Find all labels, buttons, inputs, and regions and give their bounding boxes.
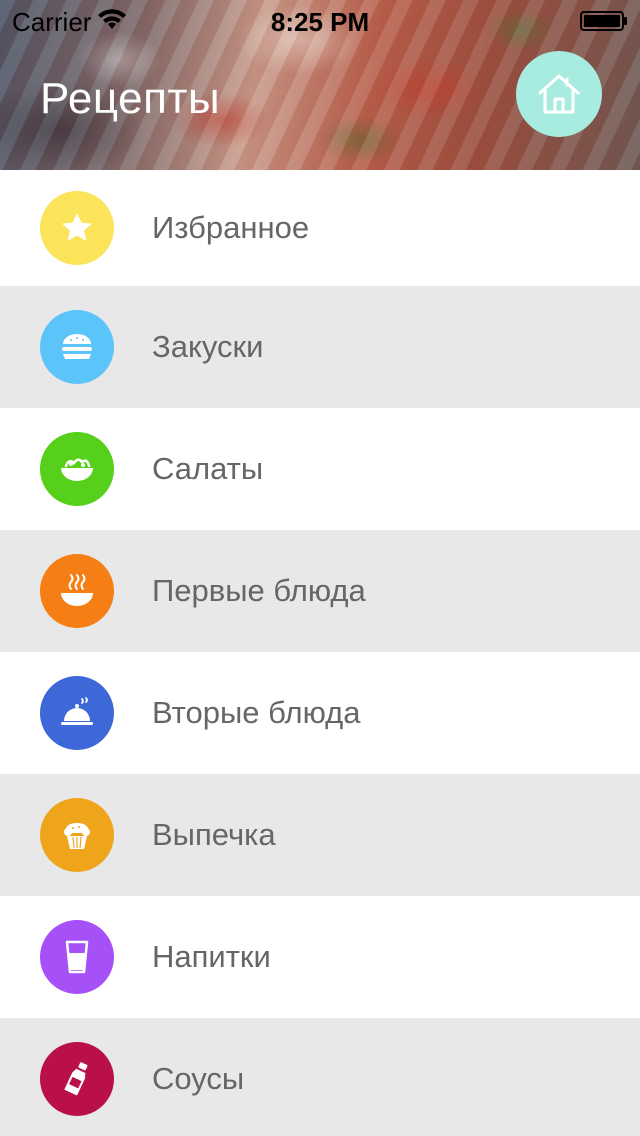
list-item-label: Вторые блюда: [152, 695, 361, 730]
burger-icon: [62, 334, 92, 359]
list-item-label: Напитки: [152, 939, 271, 974]
baking-badge: [40, 798, 114, 872]
list-item-label: Первые блюда: [152, 573, 366, 608]
list-item-label: Избранное: [152, 210, 310, 245]
muffin-icon: [64, 823, 90, 849]
list-item-sauces[interactable]: Соусы: [0, 1018, 640, 1136]
list-item-label: Закуски: [152, 329, 264, 364]
status-bar: Carrier 8:25 PM: [0, 0, 640, 40]
star-icon: [62, 213, 92, 241]
list-item-salads[interactable]: Салаты: [0, 408, 640, 530]
glass-icon: [65, 940, 89, 974]
home-icon: [538, 74, 580, 114]
favorites-badge: [40, 191, 114, 265]
main-courses-badge: [40, 676, 114, 750]
soups-badge: [40, 554, 114, 628]
snacks-badge: [40, 310, 114, 384]
sauces-badge: [40, 1042, 114, 1116]
battery-icon: [580, 11, 627, 31]
sauce-bottle-icon: [64, 1062, 88, 1096]
list-item-label: Салаты: [152, 451, 264, 486]
list-item-soups[interactable]: Первые блюда: [0, 530, 640, 652]
home-button[interactable]: [516, 51, 602, 137]
list-item-favorites[interactable]: Избранное: [0, 170, 640, 286]
drinks-badge: [40, 920, 114, 994]
salad-bowl-icon: [61, 458, 93, 481]
list-item-main-courses[interactable]: Вторые блюда: [0, 652, 640, 774]
list-item-label: Выпечка: [152, 817, 276, 852]
list-item-drinks[interactable]: Напитки: [0, 896, 640, 1018]
soup-bowl-icon: [61, 574, 93, 606]
status-time: 8:25 PM: [270, 7, 370, 37]
list-item-baking[interactable]: Выпечка: [0, 774, 640, 896]
list-item-label: Соусы: [152, 1061, 245, 1096]
salads-badge: [40, 432, 114, 506]
category-list: Избранное Закуски Салаты Первые блюда Вт…: [0, 170, 640, 1136]
cloche-icon: [61, 697, 93, 725]
list-item-snacks[interactable]: Закуски: [0, 286, 640, 408]
page-title: Рецепты: [40, 74, 221, 123]
